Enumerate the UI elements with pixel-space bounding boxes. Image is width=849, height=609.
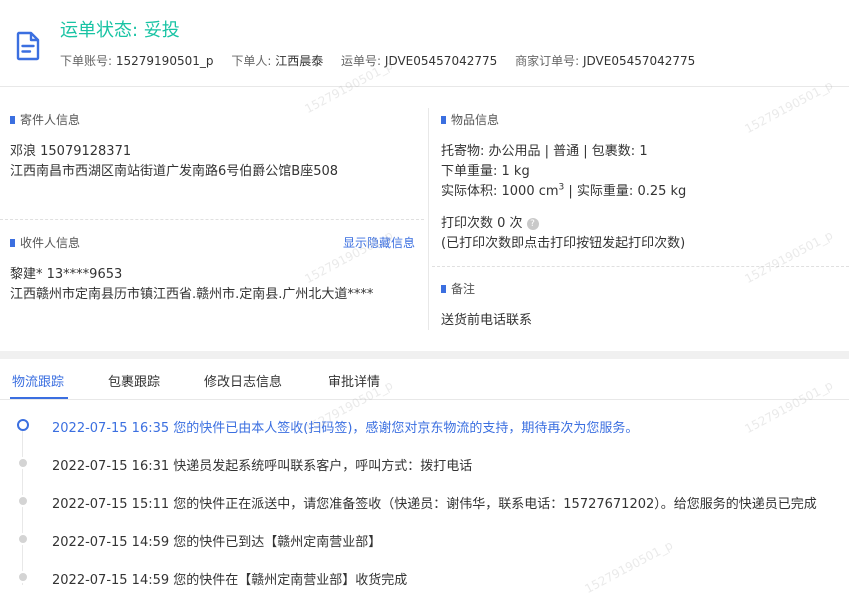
tab-change-log[interactable]: 修改日志信息 <box>204 371 282 390</box>
tab-package-tracking[interactable]: 包裹跟踪 <box>108 371 160 390</box>
order-weight: 下单重量: 1 kg <box>441 164 530 179</box>
goods-section-title: 物品信息 <box>441 111 499 128</box>
divider <box>432 266 849 267</box>
section-separator <box>0 351 849 359</box>
tab-logistics-tracking[interactable]: 物流跟踪 <box>12 371 64 390</box>
timeline-dot-active <box>17 419 29 431</box>
print-count-note: (已打印次数即点击打印按钮发起打印次数) <box>441 236 686 251</box>
waybill-meta: 下单账号: 15279190501_p 下单人: 江西晨泰 运单号: JDVE0… <box>60 52 709 69</box>
remark-text: 送货前电话联系 <box>441 313 533 328</box>
actual-volume: 实际体积: 1000 cm <box>441 184 559 199</box>
section-marker <box>441 284 446 293</box>
receiver-address: 江西赣州市定南县历市镇江西省.赣州市.定南县.广州北大道**** <box>10 287 374 302</box>
goods-description: 托寄物: 办公用品 | 普通 | 包裹数: 1 <box>441 144 648 159</box>
timeline-entry: 2022-07-15 16:31 快递员发起系统呼叫联系客户，呼叫方式：拨打电话 <box>52 459 473 474</box>
timeline-entry: 2022-07-15 14:59 您的快件已到达【赣州定南营业部】 <box>52 535 382 550</box>
section-marker <box>441 115 446 124</box>
section-marker <box>10 238 15 247</box>
waybill-status: 运单状态: 妥投 <box>60 16 180 42</box>
tracking-tabs: 物流跟踪 包裹跟踪 修改日志信息 审批详情 <box>0 359 849 400</box>
question-icon[interactable]: ? <box>526 217 539 230</box>
timeline-entry: 2022-07-15 16:35 您的快件已由本人签收(扫码签)，感谢您对京东物… <box>52 421 639 436</box>
sender-name-phone: 邓浪 15079128371 <box>10 144 132 159</box>
tab-approval-details[interactable]: 审批详情 <box>328 371 380 390</box>
print-count: 打印次数 0 次? <box>441 212 539 231</box>
actual-weight: | 实际重量: 0.25 kg <box>564 184 687 199</box>
merchant-order-number: 商家订单号: JDVE05457042775 <box>515 54 696 68</box>
waybill-header: 运单状态: 妥投 下单账号: 15279190501_p 下单人: 江西晨泰 运… <box>0 0 849 87</box>
receiver-name-phone: 黎建* 13****9653 <box>10 267 123 282</box>
timeline-dot <box>17 533 29 545</box>
section-marker <box>10 115 15 124</box>
timeline-dot <box>17 495 29 507</box>
timeline-dot <box>17 457 29 469</box>
order-person: 下单人: 江西晨泰 <box>231 54 324 68</box>
sender-address: 江西南昌市西湖区南站街道广发南路6号伯爵公馆B座508 <box>10 164 339 179</box>
status-value: 妥投 <box>143 20 180 41</box>
divider <box>0 219 424 220</box>
sender-section-title: 寄件人信息 <box>10 111 80 128</box>
column-divider <box>428 108 429 330</box>
timeline-dot <box>17 571 29 583</box>
order-account: 下单账号: 15279190501_p <box>60 54 214 68</box>
waybill-number: 运单号: JDVE05457042775 <box>341 54 498 68</box>
timeline-entry: 2022-07-15 15:11 您的快件正在派送中，请您准备签收（快递员：谢伟… <box>52 497 817 512</box>
timeline-entry: 2022-07-15 14:59 您的快件在【赣州定南营业部】收货完成 <box>52 573 408 588</box>
watermark: 15279190501_p <box>582 537 676 597</box>
status-label: 运单状态: <box>60 20 139 41</box>
receiver-section-title: 收件人信息 <box>10 234 80 251</box>
document-icon <box>16 31 40 61</box>
remark-section-title: 备注 <box>441 280 475 297</box>
active-tab-indicator <box>10 397 68 399</box>
show-hidden-info-link[interactable]: 显示隐藏信息 <box>343 234 415 251</box>
actual-volume-weight: 实际体积: 1000 cm3 | 实际重量: 0.25 kg <box>441 180 686 199</box>
watermark: 15279190501_p <box>742 227 836 287</box>
